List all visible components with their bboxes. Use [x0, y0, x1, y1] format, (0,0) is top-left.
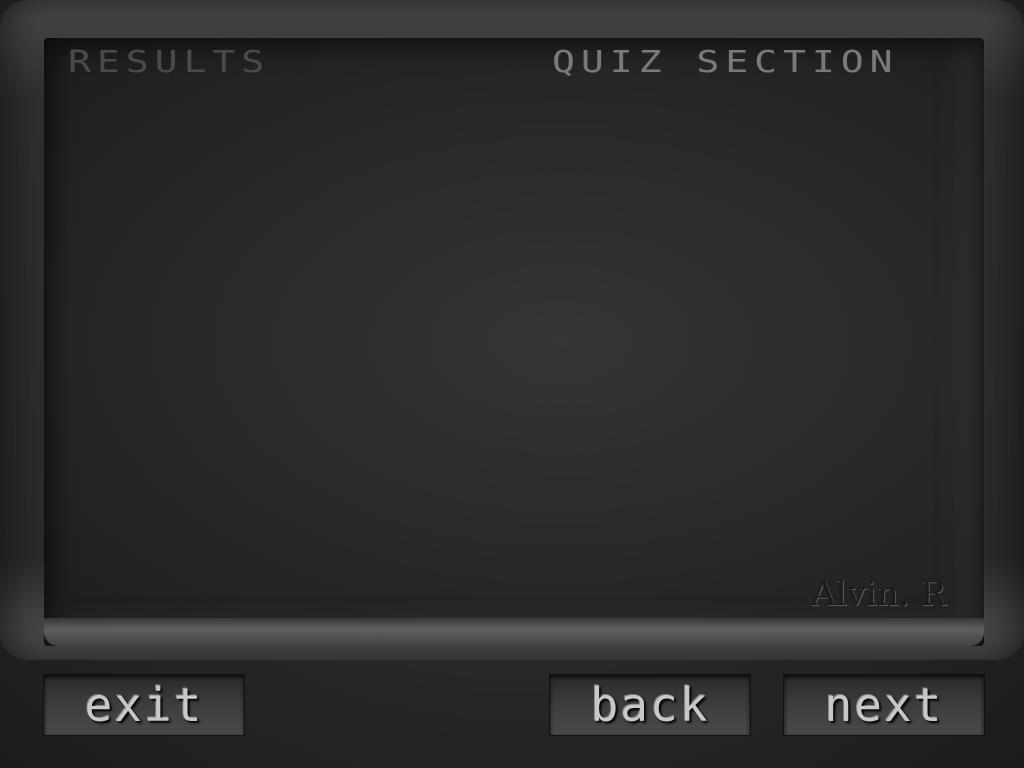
quiz-section-title: QUIZ SECTION: [552, 44, 899, 80]
screen-bottom-lip: [44, 618, 984, 646]
exit-button[interactable]: exit: [44, 675, 244, 735]
author-signature: Alvin. R: [811, 574, 946, 614]
next-button[interactable]: next: [784, 675, 984, 735]
results-title: RESULTS: [68, 44, 271, 80]
back-button[interactable]: back: [550, 675, 750, 735]
results-screen: [44, 38, 984, 646]
